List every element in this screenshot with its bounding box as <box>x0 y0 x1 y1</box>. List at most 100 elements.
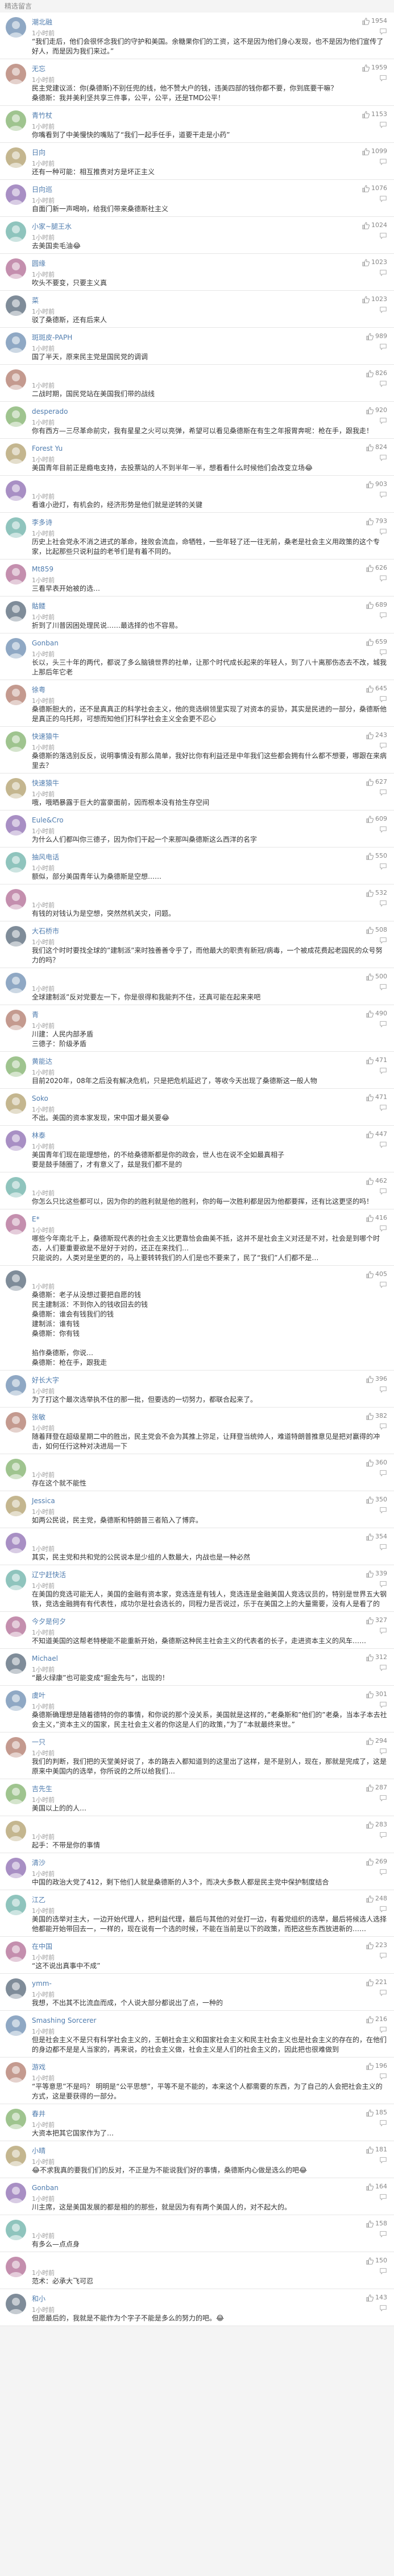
avatar[interactable] <box>6 2220 26 2240</box>
like-button[interactable]: 1954 <box>362 16 387 26</box>
username[interactable]: 无忘 <box>32 65 45 73</box>
like-button[interactable]: 1099 <box>362 146 387 157</box>
reply-icon[interactable] <box>379 1952 387 1960</box>
username[interactable]: 圆缘 <box>32 260 45 268</box>
avatar[interactable] <box>6 926 26 947</box>
avatar[interactable] <box>6 564 26 585</box>
reply-icon[interactable] <box>379 454 387 462</box>
reply-icon[interactable] <box>379 1543 387 1551</box>
like-button[interactable]: 1959 <box>362 63 387 73</box>
avatar[interactable] <box>6 184 26 205</box>
username[interactable]: 快速猿牛 <box>32 779 59 787</box>
username[interactable]: 游戏 <box>32 2063 45 2071</box>
like-button[interactable]: 339 <box>366 1569 387 1579</box>
like-button[interactable]: 989 <box>366 331 387 341</box>
like-button[interactable]: 143 <box>366 2293 387 2303</box>
reply-icon[interactable] <box>379 1187 387 1195</box>
username[interactable]: 青 <box>32 1011 39 1019</box>
avatar[interactable] <box>6 889 26 910</box>
like-button[interactable]: 1076 <box>362 183 387 194</box>
reply-icon[interactable] <box>379 1664 387 1672</box>
like-button[interactable]: 627 <box>366 777 387 787</box>
like-button[interactable]: 405 <box>366 1269 387 1279</box>
reply-icon[interactable] <box>379 380 387 388</box>
like-button[interactable]: 287 <box>366 1783 387 1793</box>
reply-icon[interactable] <box>379 1905 387 1913</box>
avatar[interactable] <box>6 1130 26 1151</box>
username[interactable]: 大石桥市 <box>32 927 59 935</box>
reply-icon[interactable] <box>379 1701 387 1709</box>
avatar[interactable] <box>6 1895 26 1915</box>
username[interactable]: 菜 <box>32 297 39 304</box>
username[interactable]: 吉先生 <box>32 1785 52 1793</box>
avatar[interactable] <box>6 332 26 353</box>
username[interactable]: 骷髅 <box>32 602 45 610</box>
avatar[interactable] <box>6 2146 26 2166</box>
avatar[interactable] <box>6 17 26 38</box>
like-button[interactable]: 550 <box>366 851 387 861</box>
username[interactable]: Soko <box>32 1094 48 1102</box>
username[interactable]: 虞叶 <box>32 1692 45 1699</box>
avatar[interactable] <box>6 1821 26 1841</box>
reply-icon[interactable] <box>379 1385 387 1393</box>
username[interactable]: Forest Yu <box>32 445 63 452</box>
username[interactable]: Mt859 <box>32 565 53 573</box>
like-button[interactable]: 396 <box>366 1374 387 1384</box>
reply-icon[interactable] <box>379 1506 387 1514</box>
like-button[interactable]: 824 <box>366 442 387 452</box>
like-button[interactable]: 294 <box>366 1736 387 1746</box>
username[interactable]: Gonban <box>32 2184 59 2192</box>
reply-icon[interactable] <box>379 983 387 991</box>
avatar[interactable] <box>6 852 26 873</box>
like-button[interactable]: 382 <box>366 1411 387 1421</box>
avatar[interactable] <box>6 638 26 659</box>
reply-icon[interactable] <box>379 742 387 750</box>
like-button[interactable]: 248 <box>366 1894 387 1904</box>
avatar[interactable] <box>6 2062 26 2083</box>
avatar[interactable] <box>6 2109 26 2129</box>
like-button[interactable]: 312 <box>366 1652 387 1663</box>
like-button[interactable]: 689 <box>366 600 387 610</box>
avatar[interactable] <box>6 2257 26 2277</box>
reply-icon[interactable] <box>379 611 387 619</box>
like-button[interactable]: 500 <box>366 972 387 982</box>
avatar[interactable] <box>6 1214 26 1234</box>
avatar[interactable] <box>6 1941 26 1962</box>
like-button[interactable]: 221 <box>366 1977 387 1987</box>
reply-icon[interactable] <box>379 158 387 166</box>
reply-icon[interactable] <box>379 2230 387 2238</box>
username[interactable]: Michael <box>32 1655 58 1663</box>
avatar[interactable] <box>6 517 26 538</box>
reply-icon[interactable] <box>379 1281 387 1289</box>
like-button[interactable]: 223 <box>366 1940 387 1950</box>
reply-icon[interactable] <box>379 27 387 35</box>
username[interactable]: 林泰 <box>32 1131 45 1139</box>
reply-icon[interactable] <box>379 1224 387 1232</box>
like-button[interactable]: 826 <box>366 368 387 378</box>
like-button[interactable]: 283 <box>366 1820 387 1830</box>
reply-icon[interactable] <box>379 1989 387 1997</box>
like-button[interactable]: 350 <box>366 1495 387 1505</box>
avatar[interactable] <box>6 1375 26 1396</box>
reply-icon[interactable] <box>379 528 387 536</box>
username[interactable]: E* <box>32 1215 40 1223</box>
avatar[interactable] <box>6 1737 26 1758</box>
username[interactable]: 潮北融 <box>32 18 52 26</box>
username[interactable]: 日向 <box>32 149 45 157</box>
like-button[interactable]: 626 <box>366 563 387 573</box>
like-button[interactable]: 1153 <box>362 109 387 120</box>
reply-icon[interactable] <box>379 2267 387 2275</box>
avatar[interactable] <box>6 443 26 464</box>
username[interactable]: ymm- <box>32 1980 52 1987</box>
reply-icon[interactable] <box>379 936 387 944</box>
reply-icon[interactable] <box>379 574 387 582</box>
reply-icon[interactable] <box>379 2119 387 2127</box>
reply-icon[interactable] <box>379 1831 387 1839</box>
like-button[interactable]: 903 <box>366 479 387 489</box>
username[interactable]: 黄能达 <box>32 1057 52 1065</box>
username[interactable]: 青竹杖 <box>32 112 52 120</box>
reply-icon[interactable] <box>379 232 387 240</box>
reply-icon[interactable] <box>379 2072 387 2080</box>
username[interactable]: 小家~腿王水 <box>32 223 72 231</box>
reply-icon[interactable] <box>379 1141 387 1149</box>
